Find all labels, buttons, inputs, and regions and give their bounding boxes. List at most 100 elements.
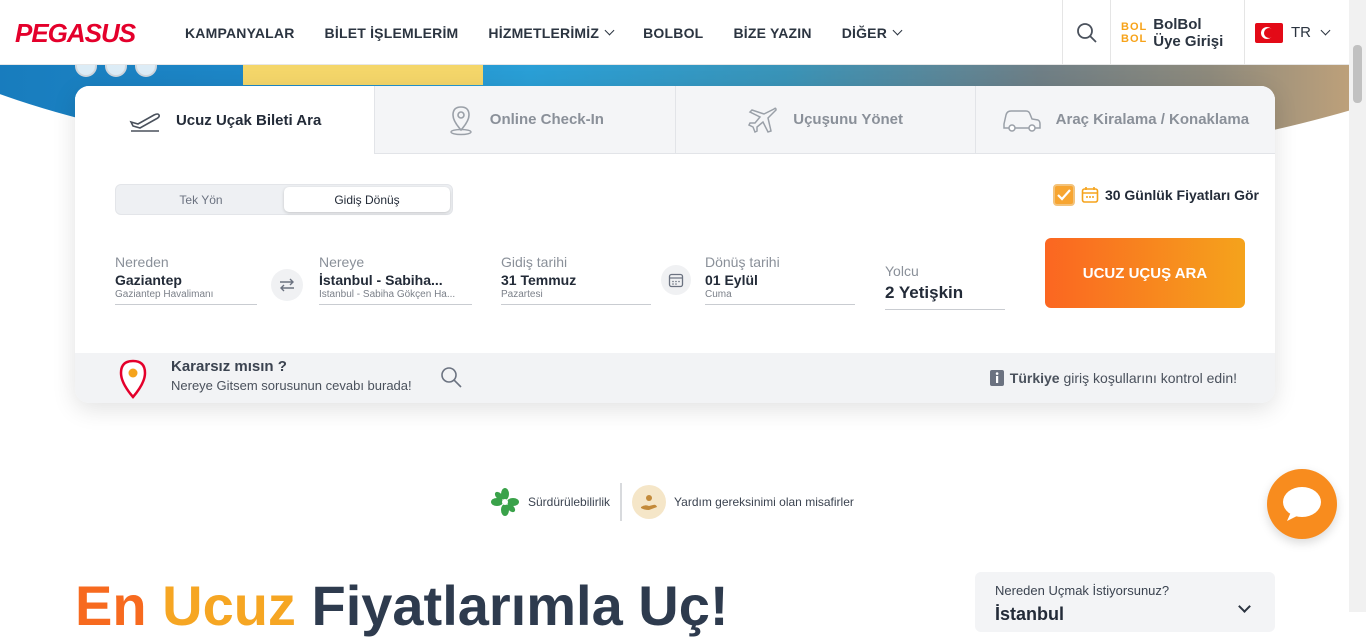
departure-city-selector[interactable]: Nereden Uçmak İstiyorsunuz? İstanbul xyxy=(975,572,1275,632)
headline-part2: Ucuz xyxy=(162,574,312,637)
language-code: TR xyxy=(1291,24,1311,41)
car-icon xyxy=(1002,109,1041,132)
hero-promo-strip xyxy=(243,65,483,85)
tab-label: Uçuşunu Yönet xyxy=(793,111,903,128)
calendar-icon xyxy=(668,273,684,288)
origin-label: Nereden xyxy=(115,254,169,270)
page-scrollbar[interactable] xyxy=(1349,0,1366,612)
passenger-field[interactable]: Yolcu 2 Yetişkin xyxy=(885,263,1005,310)
departure-city-value: İstanbul xyxy=(995,604,1065,624)
page-headline: En Ucuz Fiyatlarımla Uç! xyxy=(75,578,729,634)
return-label: Dönüş tarihi xyxy=(705,254,780,270)
return-date-field[interactable]: Dönüş tarihi 01 Eylül Cuma xyxy=(705,254,855,305)
nav-diger[interactable]: DİĞER xyxy=(841,24,903,41)
special-assistance-label: Yardım gereksinimi olan misafirler xyxy=(674,495,854,509)
calendar-icon xyxy=(1081,187,1099,203)
nav-label: BİLET İŞLEMLERİM xyxy=(324,24,459,41)
nav-label: DİĞER xyxy=(841,24,888,41)
location-pin-icon xyxy=(450,105,472,135)
nav-bolbol[interactable]: BOLBOL xyxy=(643,25,703,41)
destination-field[interactable]: Nereye İstanbul - Sabiha... İstanbul - S… xyxy=(319,254,472,305)
return-weekday: Cuma xyxy=(705,289,855,305)
service-badges: Sürdürülebilirlik Yardım gereksinimi ola… xyxy=(480,483,864,521)
swap-route-button[interactable] xyxy=(271,269,303,301)
bolbol-login-label: BolBol Üye Girişi xyxy=(1153,15,1224,50)
depart-value: 31 Temmuz xyxy=(501,272,577,288)
chevron-down-icon xyxy=(604,25,615,36)
carousel-pause-button[interactable] xyxy=(75,65,97,77)
destination-value: İstanbul - Sabiha... xyxy=(319,272,443,288)
leaf-star-icon xyxy=(491,488,519,516)
main-nav: KAMPANYALAR BİLET İŞLEMLERİM HİZMETLERİM… xyxy=(185,0,903,65)
language-selector[interactable]: TR xyxy=(1244,0,1350,65)
nav-label: BİZE YAZIN xyxy=(733,24,812,41)
departure-city-label: Nereden Uçmak İstiyorsunuz? xyxy=(995,583,1170,598)
chevron-down-icon xyxy=(1320,25,1331,36)
inspiration-subtitle: Nereye Gitsem sorusunun cevabı burada! xyxy=(171,378,412,393)
checkmark-icon xyxy=(1057,189,1071,201)
passenger-value: 2 Yetişkin xyxy=(885,283,1005,310)
scrollbar-thumb[interactable] xyxy=(1353,45,1362,103)
carousel-prev-button[interactable] xyxy=(105,65,127,77)
entry-country: Türkiye xyxy=(1009,370,1060,386)
depart-date-field[interactable]: Gidiş tarihi 31 Temmuz Pazartesi xyxy=(501,254,651,305)
tab-label: Ucuz Uçak Bileti Ara xyxy=(175,111,322,129)
helping-hand-icon xyxy=(632,485,667,519)
nav-bilet-islemlerim[interactable]: BİLET İŞLEMLERİM xyxy=(325,25,459,41)
nav-label: KAMPANYALAR xyxy=(185,24,295,41)
headline-part3: Fiyatlarımla Uç! xyxy=(311,574,729,637)
destination-label: Nereye xyxy=(319,254,365,270)
swap-arrows-icon xyxy=(280,278,294,292)
nav-kampanyalar[interactable]: KAMPANYALAR xyxy=(185,25,295,41)
tab-label: Araç Kiralama / Konaklama xyxy=(1055,111,1250,128)
origin-value: Gaziantep xyxy=(115,272,182,288)
tab-label: Online Check-In xyxy=(489,111,604,128)
carousel-next-button[interactable] xyxy=(135,65,157,77)
trip-round-trip[interactable]: Gidiş Dönüş xyxy=(284,187,450,212)
bolbol-login[interactable]: BOL BOL BolBol Üye Girişi xyxy=(1110,0,1244,65)
nav-bize-yazin[interactable]: BİZE YAZIN xyxy=(733,25,811,41)
header-actions: BOL BOL BolBol Üye Girişi TR xyxy=(1062,0,1350,65)
sustainability-label: Sürdürülebilirlik xyxy=(528,495,611,509)
search-flights-button[interactable]: UCUZ UÇUŞ ARA xyxy=(1045,238,1245,308)
destination-airport: İstanbul - Sabiha Gökçen Ha... xyxy=(319,289,472,305)
pegasus-logo[interactable]: PEGASUS xyxy=(15,18,136,49)
chevron-down-icon xyxy=(892,25,903,36)
headline-part1: En xyxy=(75,574,163,637)
trip-type-toggle: Tek Yön Gidiş Dönüş xyxy=(115,184,453,215)
search-button[interactable] xyxy=(1062,0,1110,65)
search-icon xyxy=(1076,22,1097,43)
trip-one-way[interactable]: Tek Yön xyxy=(118,187,284,212)
search-icon[interactable] xyxy=(439,365,463,389)
destination-inspiration-link[interactable]: Kararsız mısın ? Nereye Gitsem sorusunun… xyxy=(171,358,412,393)
calendar-button[interactable] xyxy=(661,265,691,295)
origin-field[interactable]: Nereden Gaziantep Gaziantep Havalimanı xyxy=(115,254,257,305)
plane-icon xyxy=(748,106,778,133)
sustainability-link[interactable]: Sürdürülebilirlik xyxy=(480,487,620,517)
price-calendar-label: 30 Günlük Fiyatları Gör xyxy=(1104,187,1259,203)
special-assistance-link[interactable]: Yardım gereksinimi olan misafirler xyxy=(622,485,864,519)
depart-weekday: Pazartesi xyxy=(501,289,651,305)
bolbol-logo: BOL BOL xyxy=(1121,20,1148,45)
nav-label: HİZMETLERİMİZ xyxy=(488,24,600,41)
tab-online-checkin[interactable]: Online Check-In xyxy=(374,86,675,154)
origin-airport: Gaziantep Havalimanı xyxy=(115,289,257,305)
chat-bubble-icon xyxy=(1283,487,1321,521)
booking-tabs: Ucuz Uçak Bileti Ara Online Check-In Uçu… xyxy=(75,86,1275,154)
return-value: 01 Eylül xyxy=(705,272,758,288)
nav-hizmetlerimiz[interactable]: HİZMETLERİMİZ xyxy=(488,24,615,41)
entry-text: giriş koşullarını kontrol edin! xyxy=(1063,370,1237,386)
entry-requirements-link[interactable]: Türkiye giriş koşullarını kontrol edin! xyxy=(989,370,1237,386)
carousel-controls xyxy=(75,65,157,77)
passenger-label: Yolcu xyxy=(885,263,919,279)
chat-support-button[interactable] xyxy=(1267,469,1337,539)
tab-manage-booking[interactable]: Uçuşunu Yönet xyxy=(674,86,975,154)
depart-label: Gidiş tarihi xyxy=(501,254,568,270)
tab-car-hotel[interactable]: Araç Kiralama / Konaklama xyxy=(974,86,1275,154)
price-calendar-checkbox[interactable]: 30 Günlük Fiyatları Gör xyxy=(1052,184,1259,206)
info-icon xyxy=(989,370,1004,386)
tab-flight-search[interactable]: Ucuz Uçak Bileti Ara xyxy=(75,86,375,154)
plane-takeoff-icon xyxy=(129,113,160,132)
checkbox-checked[interactable] xyxy=(1052,184,1075,206)
inspiration-title: Kararsız mısın ? xyxy=(171,358,287,375)
